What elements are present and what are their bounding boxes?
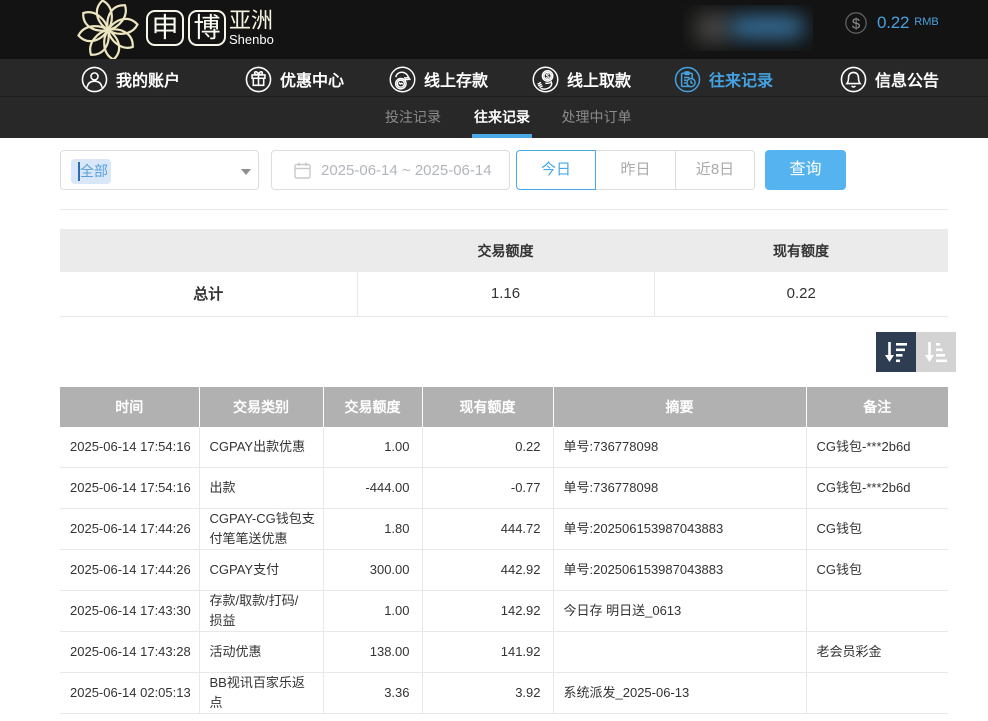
svg-text:$: $ [852,15,861,32]
svg-text:$: $ [546,73,550,80]
